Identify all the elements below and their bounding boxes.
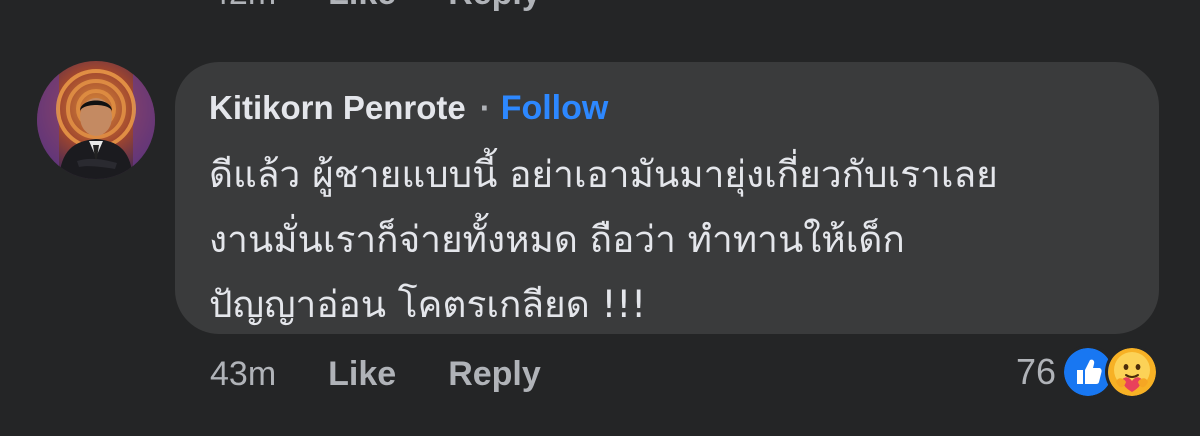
comment-timestamp[interactable]: 43m [210, 355, 276, 394]
previous-comment-like-button[interactable]: Like [328, 0, 396, 13]
like-icon [1064, 348, 1113, 396]
previous-comment-actions: 42m Like Reply [210, 0, 541, 13]
comment-author-name[interactable]: Kitikorn Penrote [209, 88, 466, 128]
previous-comment-reply-button[interactable]: Reply [448, 0, 541, 13]
comment-bubble: Kitikorn Penrote · Follow ดีแล้ว ผู้ชายแ… [175, 62, 1159, 334]
reply-button[interactable]: Reply [448, 355, 541, 394]
comment-actions: 43m Like Reply [210, 352, 541, 396]
avatar-image [37, 61, 155, 179]
reaction-count: 76 [1016, 351, 1057, 392]
reactions-summary[interactable]: 76 [1016, 344, 1157, 400]
comment-header: Kitikorn Penrote · Follow [209, 86, 1159, 130]
separator-dot: · [479, 89, 491, 126]
like-button[interactable]: Like [328, 355, 396, 394]
follow-button[interactable]: Follow [501, 88, 609, 128]
avatar[interactable] [37, 61, 155, 179]
reaction-icons [1064, 348, 1157, 396]
previous-comment-time: 42m [210, 0, 276, 13]
comment-text: ดีแล้ว ผู้ชายแบบนี้ อย่าเอามันมายุ่งเกี่… [209, 153, 998, 326]
care-icon [1108, 348, 1157, 396]
